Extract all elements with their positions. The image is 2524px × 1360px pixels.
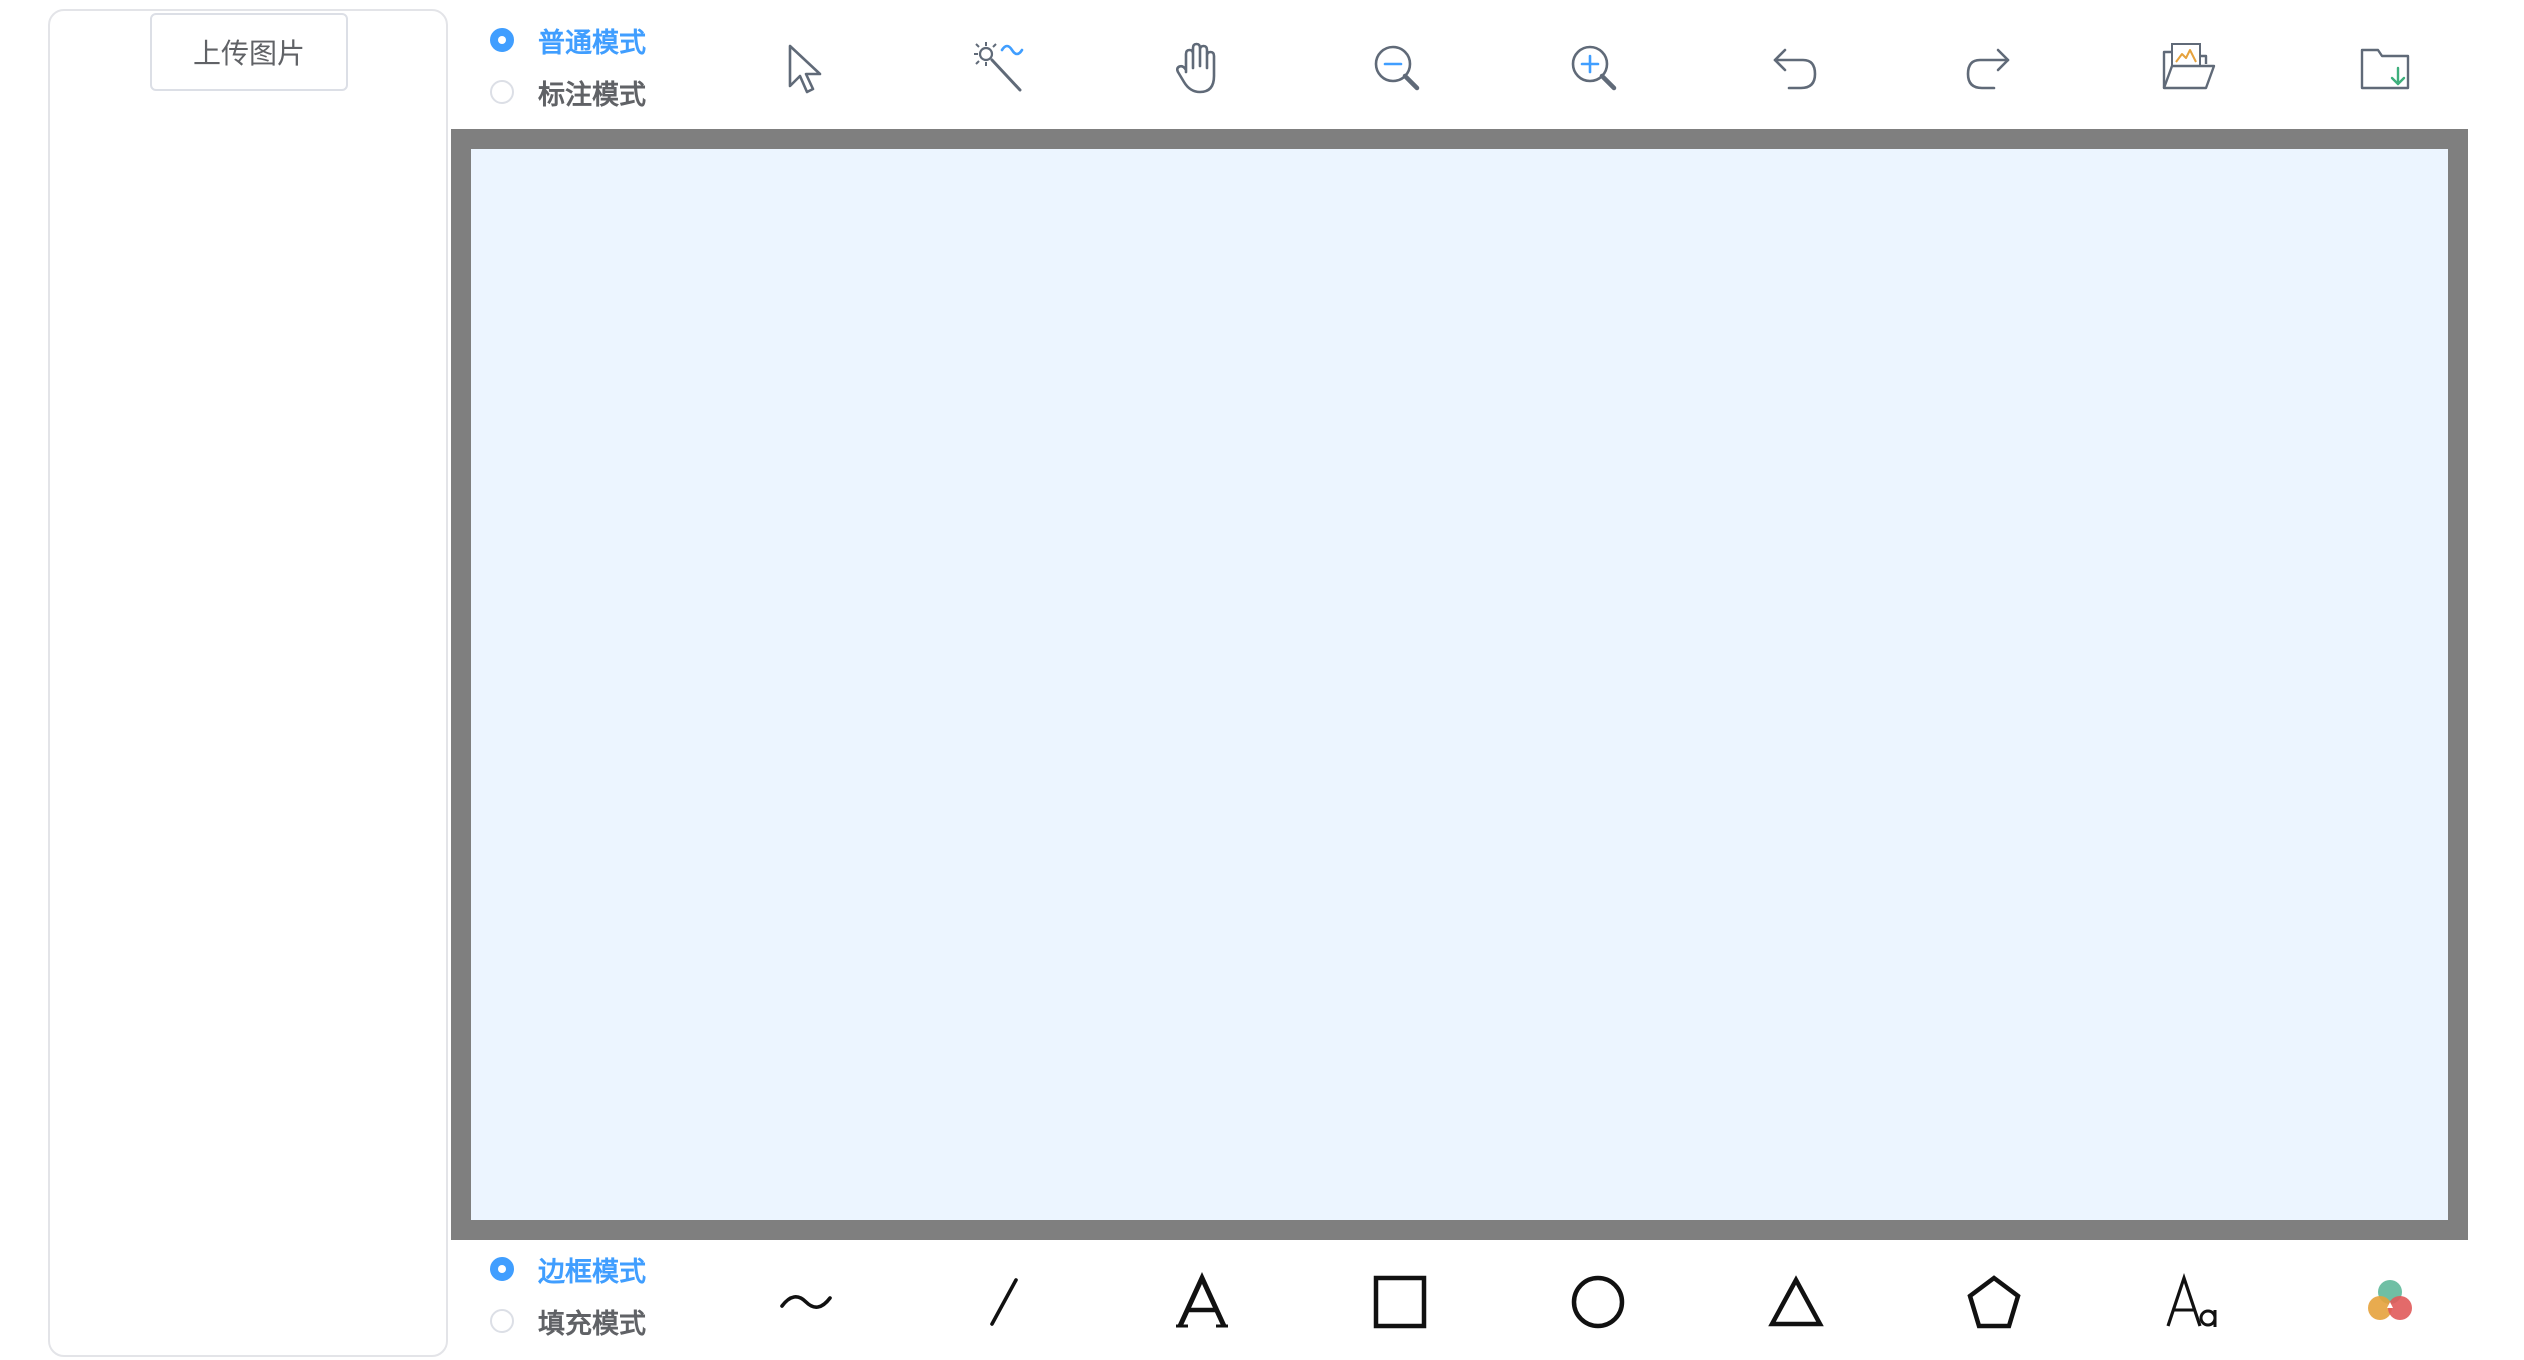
freehand-curve-icon	[780, 1295, 832, 1309]
save-folder-tool[interactable]	[2346, 28, 2426, 108]
radio-label: 边框模式	[538, 1256, 646, 1288]
triangle-icon	[1768, 1275, 1824, 1327]
freehand-tool[interactable]	[766, 1262, 846, 1342]
font-size-tool[interactable]	[2152, 1262, 2232, 1342]
text-icon	[1176, 1271, 1228, 1328]
undo-icon	[1773, 48, 1817, 90]
zoom-in-icon	[1571, 45, 1617, 91]
radio-button[interactable]	[490, 1309, 514, 1333]
radio-annotate-mode[interactable]: 标注模式	[490, 72, 730, 112]
zoom-in-tool[interactable]	[1554, 28, 1634, 108]
line-tool[interactable]	[964, 1262, 1044, 1342]
redo-tool[interactable]	[1950, 28, 2030, 108]
rectangle-icon	[1373, 1275, 1427, 1329]
hand-pan-icon	[1175, 42, 1216, 94]
magic-wand-tool[interactable]	[960, 28, 1040, 108]
pointer-select-tool[interactable]	[766, 28, 846, 108]
radio-label: 普通模式	[538, 27, 646, 59]
style-radio-group: 边框模式 填充模式	[490, 1249, 730, 1353]
pentagon-icon	[1967, 1275, 2021, 1329]
upload-image-button[interactable]: 上传图片	[150, 13, 348, 91]
canvas-frame	[451, 129, 2468, 1240]
radio-button-checked[interactable]	[490, 28, 514, 52]
font-size-icon	[2166, 1272, 2217, 1327]
radio-border-mode[interactable]: 边框模式	[490, 1249, 730, 1289]
top-toolbar: 普通模式 标注模式	[448, 0, 2468, 129]
redo-icon	[1966, 48, 2010, 90]
zoom-out-icon	[1374, 45, 1420, 91]
rectangle-tool[interactable]	[1360, 1262, 1440, 1342]
image-list-panel: 上传图片	[48, 9, 448, 1357]
mode-radio-group: 普通模式 标注模式	[490, 20, 730, 124]
color-palette-tool[interactable]	[2350, 1262, 2430, 1342]
save-folder-icon	[2360, 48, 2410, 90]
radio-button-checked[interactable]	[490, 1257, 514, 1281]
radio-fill-mode[interactable]: 填充模式	[490, 1301, 730, 1341]
triangle-tool[interactable]	[1756, 1262, 1836, 1342]
circle-tool[interactable]	[1558, 1262, 1638, 1342]
radio-button[interactable]	[490, 80, 514, 104]
pointer-select-icon	[788, 44, 822, 94]
color-palette-icon	[2368, 1280, 2412, 1320]
open-image-folder-icon	[2162, 43, 2216, 90]
circle-icon	[1571, 1275, 1625, 1329]
pentagon-tool[interactable]	[1954, 1262, 2034, 1342]
line-icon	[990, 1278, 1018, 1326]
hand-pan-tool[interactable]	[1158, 28, 1238, 108]
radio-label: 填充模式	[538, 1308, 646, 1340]
radio-normal-mode[interactable]: 普通模式	[490, 20, 730, 60]
text-tool[interactable]	[1162, 1262, 1242, 1342]
open-image-tool[interactable]	[2148, 28, 2228, 108]
magic-wand-icon	[974, 42, 1024, 92]
drawing-canvas[interactable]	[471, 149, 2448, 1220]
radio-label: 标注模式	[538, 79, 646, 111]
undo-tool[interactable]	[1753, 28, 1833, 108]
zoom-out-tool[interactable]	[1357, 28, 1437, 108]
